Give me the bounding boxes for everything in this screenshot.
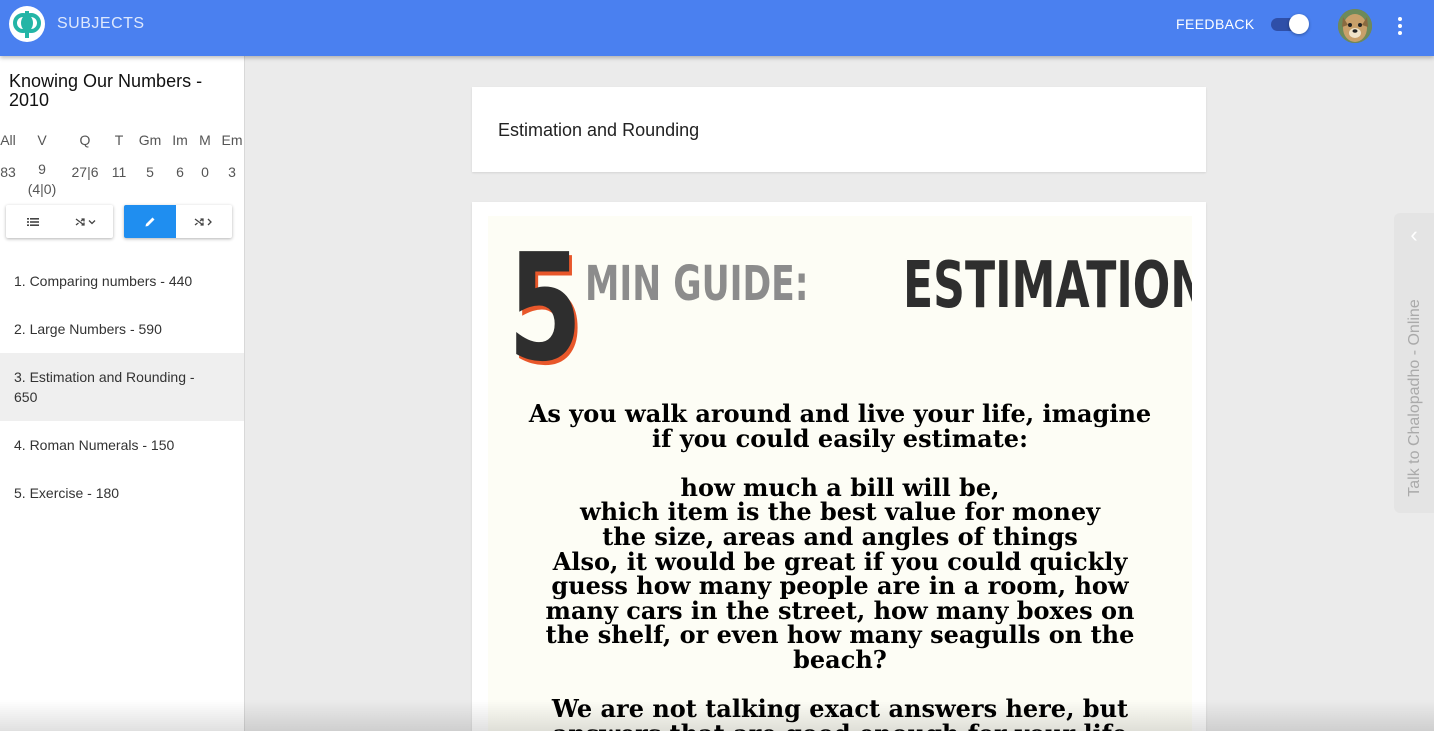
more-menu-icon[interactable] (1390, 14, 1410, 40)
app-title[interactable]: SUBJECTS (57, 15, 145, 33)
stat-label: V (37, 132, 47, 148)
stat-value: 5 (146, 164, 154, 180)
poster-line: As you walk around and live your life, i… (528, 399, 1152, 428)
stat-games[interactable]: Gm 5 (137, 130, 163, 180)
stat-value: 0 (201, 164, 209, 180)
stat-value: 3 (228, 164, 236, 180)
topic-item[interactable]: 1. Comparing numbers - 440 (0, 271, 244, 291)
shuffle-next-icon (194, 217, 212, 226)
list-icon (26, 217, 39, 226)
stat-tests[interactable]: T 11 (109, 130, 129, 180)
topic-title-card: Estimation and Rounding (472, 87, 1206, 172)
stat-em[interactable]: Em 3 (220, 130, 244, 180)
stat-value: 11 (111, 164, 127, 180)
mode-toggle[interactable] (1270, 13, 1310, 35)
stat-label: Q (79, 132, 91, 148)
top-app-bar: SUBJECTS FEEDBACK (0, 0, 1434, 56)
stat-videos[interactable]: V 9 (4|0) (24, 130, 60, 197)
stat-label: Gm (138, 132, 162, 148)
view-button-group (6, 205, 113, 238)
shuffle-next-button[interactable] (176, 205, 232, 238)
mode-button-group (124, 205, 232, 238)
topic-title: Estimation and Rounding (498, 120, 700, 140)
app-logo-icon[interactable] (9, 6, 45, 42)
edit-button[interactable] (124, 205, 176, 238)
stat-value: 9 (4|0) (27, 161, 57, 197)
topic-item[interactable]: 5. Exercise - 180 (0, 483, 244, 503)
stat-value: 27|6 (71, 164, 99, 180)
poster-subtitle: MIN GUIDE: (585, 256, 809, 312)
stat-questions[interactable]: Q 27|6 (67, 130, 103, 180)
stat-value: 83 (0, 164, 16, 180)
stat-images[interactable]: Im 6 (169, 130, 191, 180)
stat-label: M (199, 132, 211, 148)
poster-line: answers that are good enough for your li… (488, 721, 1192, 731)
chat-label[interactable]: Talk to Chalopadho - Online (1406, 299, 1424, 496)
shuffle-dropdown-button[interactable] (59, 205, 113, 238)
poster-line: if you could easily estimate: (652, 423, 1028, 453)
stat-all[interactable]: All 83 (0, 130, 16, 180)
topic-item[interactable]: 4. Roman Numerals - 150 (0, 435, 244, 455)
user-avatar[interactable] (1338, 9, 1372, 43)
poster-line: the size, areas and angles of things (602, 521, 1078, 551)
poster-body: As you walk around and live your life, i… (488, 399, 1192, 731)
stat-label: T (114, 132, 124, 148)
edit-icon (145, 217, 155, 226)
poster-image: 5 MIN GUIDE: ESTIMATION As you walk arou… (488, 216, 1192, 731)
stat-maps[interactable]: M 0 (196, 130, 214, 180)
poster-title: ESTIMATION (903, 249, 1192, 323)
sidebar: Knowing Our Numbers - 2010 All 83 V 9 (4… (0, 56, 245, 731)
feedback-link[interactable]: FEEDBACK (1176, 16, 1255, 32)
stat-label: Em (221, 132, 243, 148)
topic-item[interactable]: 2. Large Numbers - 590 (0, 319, 244, 339)
chapter-title: Knowing Our Numbers - 2010 (9, 71, 203, 110)
stat-label: Im (172, 132, 188, 148)
chevron-left-icon[interactable]: ‹ (1394, 213, 1434, 257)
topic-item-active[interactable]: 3. Estimation and Rounding - 650 (0, 353, 244, 421)
stat-label: All (0, 132, 16, 148)
poster-number: 5 (508, 222, 582, 394)
stat-value: 6 (176, 164, 184, 180)
list-view-button[interactable] (6, 205, 59, 238)
toggle-knob (1289, 14, 1309, 34)
poster-line: beach? (793, 644, 887, 674)
shuffle-dropdown-icon (75, 217, 96, 226)
content-card: 5 MIN GUIDE: ESTIMATION As you walk arou… (472, 202, 1206, 731)
